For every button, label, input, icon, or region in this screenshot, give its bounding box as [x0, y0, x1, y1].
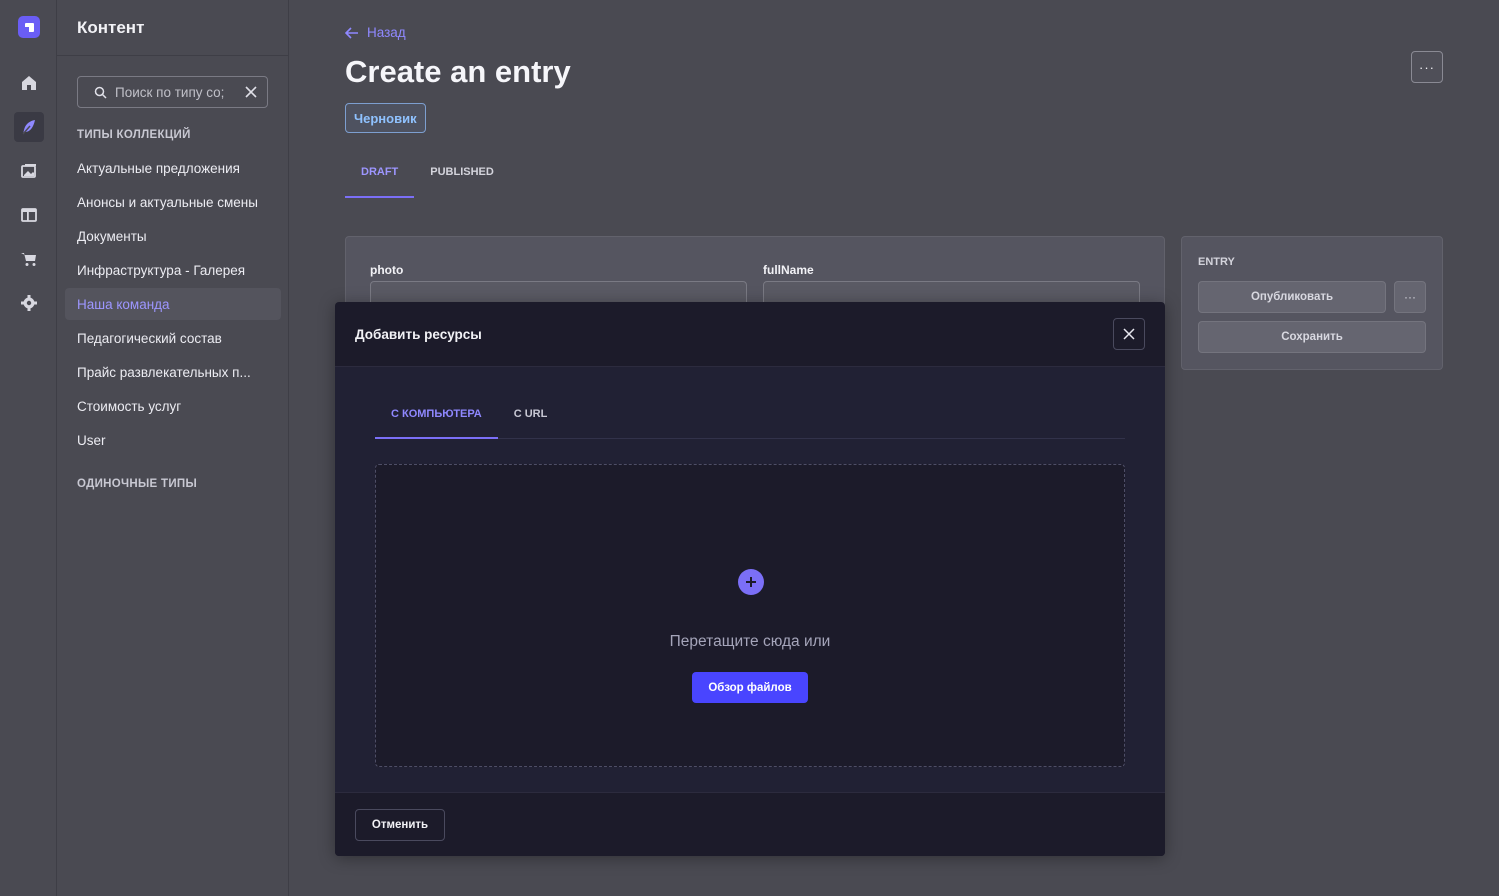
drop-hint: Перетащите сюда или: [669, 633, 831, 650]
entry-panel: ENTRY Опубликовать ··· Сохранить: [1181, 236, 1443, 370]
modal-body: С КОМПЬЮТЕРА С URL Перетащите сюда или О…: [335, 367, 1165, 792]
media-library-icon[interactable]: [14, 156, 44, 186]
modal-footer: Отменить: [335, 792, 1165, 856]
add-plus-icon: [738, 569, 764, 595]
add-assets-modal: Добавить ресурсы С КОМПЬЮТЕРА С URL Пере…: [335, 302, 1165, 856]
version-tabs: DRAFT PUBLISHED: [345, 150, 510, 198]
content-manager-feather-icon[interactable]: [14, 112, 44, 142]
arrow-left-icon: [345, 26, 358, 39]
tab-published[interactable]: PUBLISHED: [414, 150, 510, 198]
sidebar-item-infrastruktura[interactable]: Инфраструктура - Галерея: [65, 254, 281, 286]
home-icon[interactable]: [14, 68, 44, 98]
page-title: Create an entry: [345, 54, 571, 89]
browse-files-button[interactable]: Обзор файлов: [692, 672, 808, 703]
tab-draft[interactable]: DRAFT: [345, 150, 415, 198]
tab-from-url[interactable]: С URL: [498, 395, 564, 439]
fullname-field-label: fullName: [763, 263, 814, 277]
search-placeholder: Поиск по типу со;: [115, 84, 225, 100]
content-sidebar: Контент Поиск по типу со; ТИПЫ КОЛЛЕКЦИЙ…: [57, 0, 289, 896]
settings-gear-icon[interactable]: [14, 288, 44, 318]
content-type-builder-icon[interactable]: [14, 200, 44, 230]
photo-field-label: photo: [370, 263, 404, 277]
collection-types-list: Актуальные предложения Анонсы и актуальн…: [65, 152, 281, 458]
clear-search-icon[interactable]: [245, 86, 257, 98]
marketplace-cart-icon[interactable]: [14, 244, 44, 274]
save-button[interactable]: Сохранить: [1198, 321, 1426, 353]
single-types-label[interactable]: ОДИНОЧНЫЕ ТИПЫ: [77, 478, 197, 490]
entry-more-button[interactable]: ···: [1394, 281, 1426, 313]
modal-close-button[interactable]: [1113, 318, 1145, 350]
sidebar-item-user[interactable]: User: [65, 424, 281, 456]
modal-title: Добавить ресурсы: [355, 327, 482, 342]
search-input[interactable]: Поиск по типу со;: [77, 76, 268, 108]
close-icon: [1123, 328, 1135, 340]
collection-types-label: ТИПЫ КОЛЛЕКЦИЙ: [77, 129, 191, 141]
sidebar-item-prays[interactable]: Прайс развлекательных п...: [65, 356, 281, 388]
app-rail: [0, 0, 57, 896]
sidebar-item-stoimost-uslug[interactable]: Стоимость услуг: [65, 390, 281, 422]
app-logo-icon[interactable]: [18, 16, 40, 38]
back-link[interactable]: Назад: [345, 25, 406, 40]
sidebar-item-anonsy[interactable]: Анонсы и актуальные смены: [65, 186, 281, 218]
cancel-button[interactable]: Отменить: [355, 809, 445, 841]
modal-header: Добавить ресурсы: [335, 302, 1165, 367]
sidebar-item-pedagogicheskiy-sostav[interactable]: Педагогический состав: [65, 322, 281, 354]
upload-source-tabs: С КОМПЬЮТЕРА С URL: [375, 395, 1125, 439]
sidebar-item-aktualnye-predlozheniya[interactable]: Актуальные предложения: [65, 152, 281, 184]
file-drop-zone[interactable]: Перетащите сюда или Обзор файлов: [375, 464, 1125, 767]
publish-button[interactable]: Опубликовать: [1198, 281, 1386, 313]
back-label: Назад: [367, 25, 406, 40]
sidebar-item-nasha-komanda[interactable]: Наша команда: [65, 288, 281, 320]
sidebar-item-dokumenty[interactable]: Документы: [65, 220, 281, 252]
sidebar-title: Контент: [57, 0, 288, 56]
tab-from-computer[interactable]: С КОМПЬЮТЕРА: [375, 395, 498, 439]
entry-panel-title: ENTRY: [1198, 256, 1235, 268]
more-actions-button[interactable]: ···: [1411, 51, 1443, 83]
search-icon: [94, 86, 107, 99]
status-badge: Черновик: [345, 103, 426, 133]
